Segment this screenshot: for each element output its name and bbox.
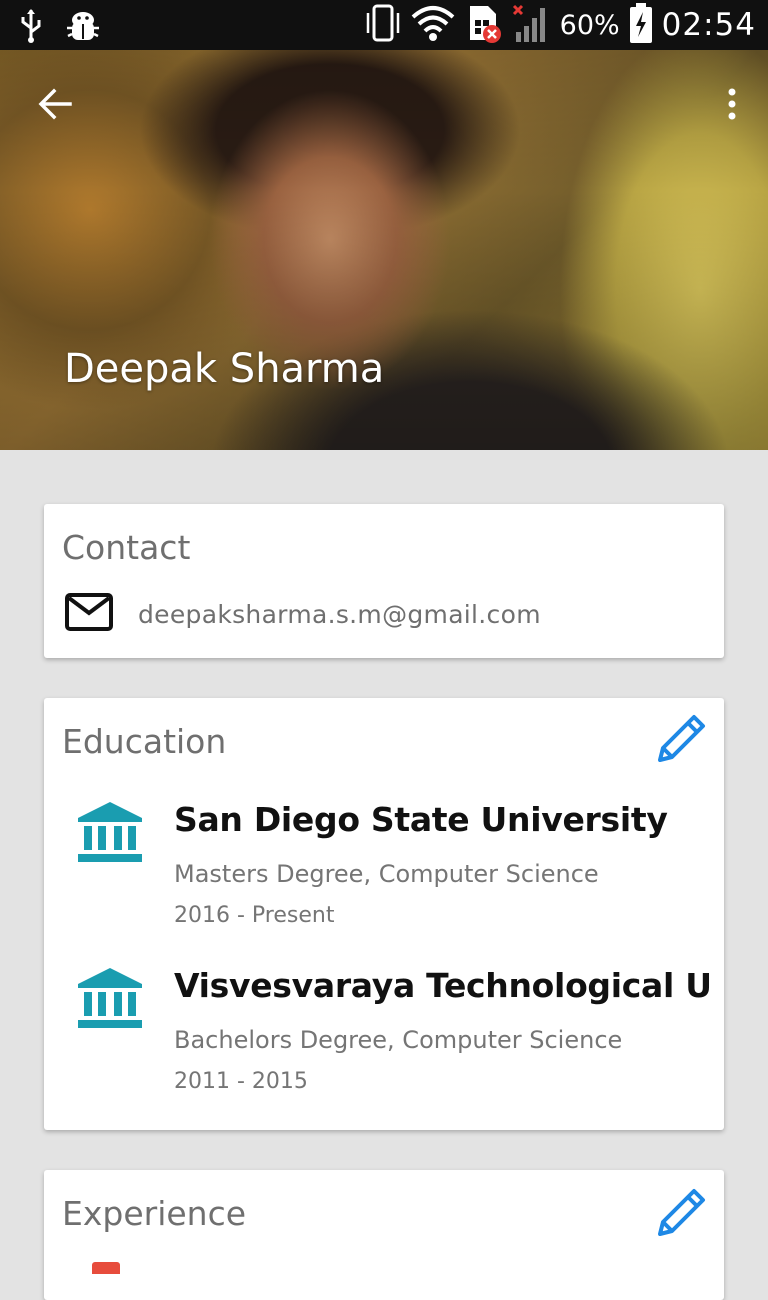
email-address[interactable]: deepaksharma.s.m@gmail.com — [138, 600, 541, 629]
years: 2011 - 2015 — [174, 1069, 308, 1094]
mail-icon — [64, 592, 114, 636]
clock: 02:54 — [661, 7, 756, 43]
school-name: San Diego State University — [174, 800, 668, 839]
more-vertical-icon — [722, 88, 742, 132]
institution-icon — [76, 966, 144, 1030]
more-options-button[interactable] — [722, 84, 742, 128]
edit-education-button[interactable] — [656, 712, 708, 764]
profile-header: Deepak Sharma — [0, 50, 768, 450]
email-row[interactable]: deepaksharma.s.m@gmail.com — [64, 592, 541, 636]
back-button[interactable] — [34, 82, 78, 126]
education-item[interactable]: Visvesvaraya Technological U Bachelors D… — [74, 966, 714, 1096]
contact-card: Contact deepaksharma.s.m@gmail.com — [44, 504, 724, 658]
profile-name: Deepak Sharma — [64, 346, 385, 392]
degree: Bachelors Degree, Computer Science — [174, 1026, 623, 1054]
contact-title: Contact — [62, 528, 191, 567]
battery-percentage: 60% — [559, 9, 620, 41]
education-card: Education San Diego State University Mas… — [44, 698, 724, 1130]
signal-icon — [512, 2, 552, 48]
company-icon — [92, 1262, 120, 1274]
edit-experience-button[interactable] — [656, 1186, 708, 1238]
years: 2016 - Present — [174, 903, 335, 928]
wifi-icon — [410, 3, 456, 47]
pencil-icon — [656, 715, 708, 768]
arrow-back-icon — [34, 88, 78, 130]
pencil-icon — [656, 1189, 708, 1242]
institution-icon — [76, 800, 144, 864]
degree: Masters Degree, Computer Science — [174, 860, 599, 888]
vibrate-icon — [364, 3, 402, 47]
usb-icon — [18, 8, 44, 48]
experience-card: Experience — [44, 1170, 724, 1300]
battery-charging-icon — [628, 2, 654, 48]
experience-title: Experience — [62, 1194, 247, 1233]
education-item[interactable]: San Diego State University Masters Degre… — [74, 800, 714, 930]
education-title: Education — [62, 722, 227, 761]
android-debug-icon — [66, 8, 100, 48]
sim-error-icon — [464, 2, 504, 48]
school-name: Visvesvaraya Technological U — [174, 966, 712, 1005]
status-bar: 60% 02:54 — [0, 0, 768, 50]
